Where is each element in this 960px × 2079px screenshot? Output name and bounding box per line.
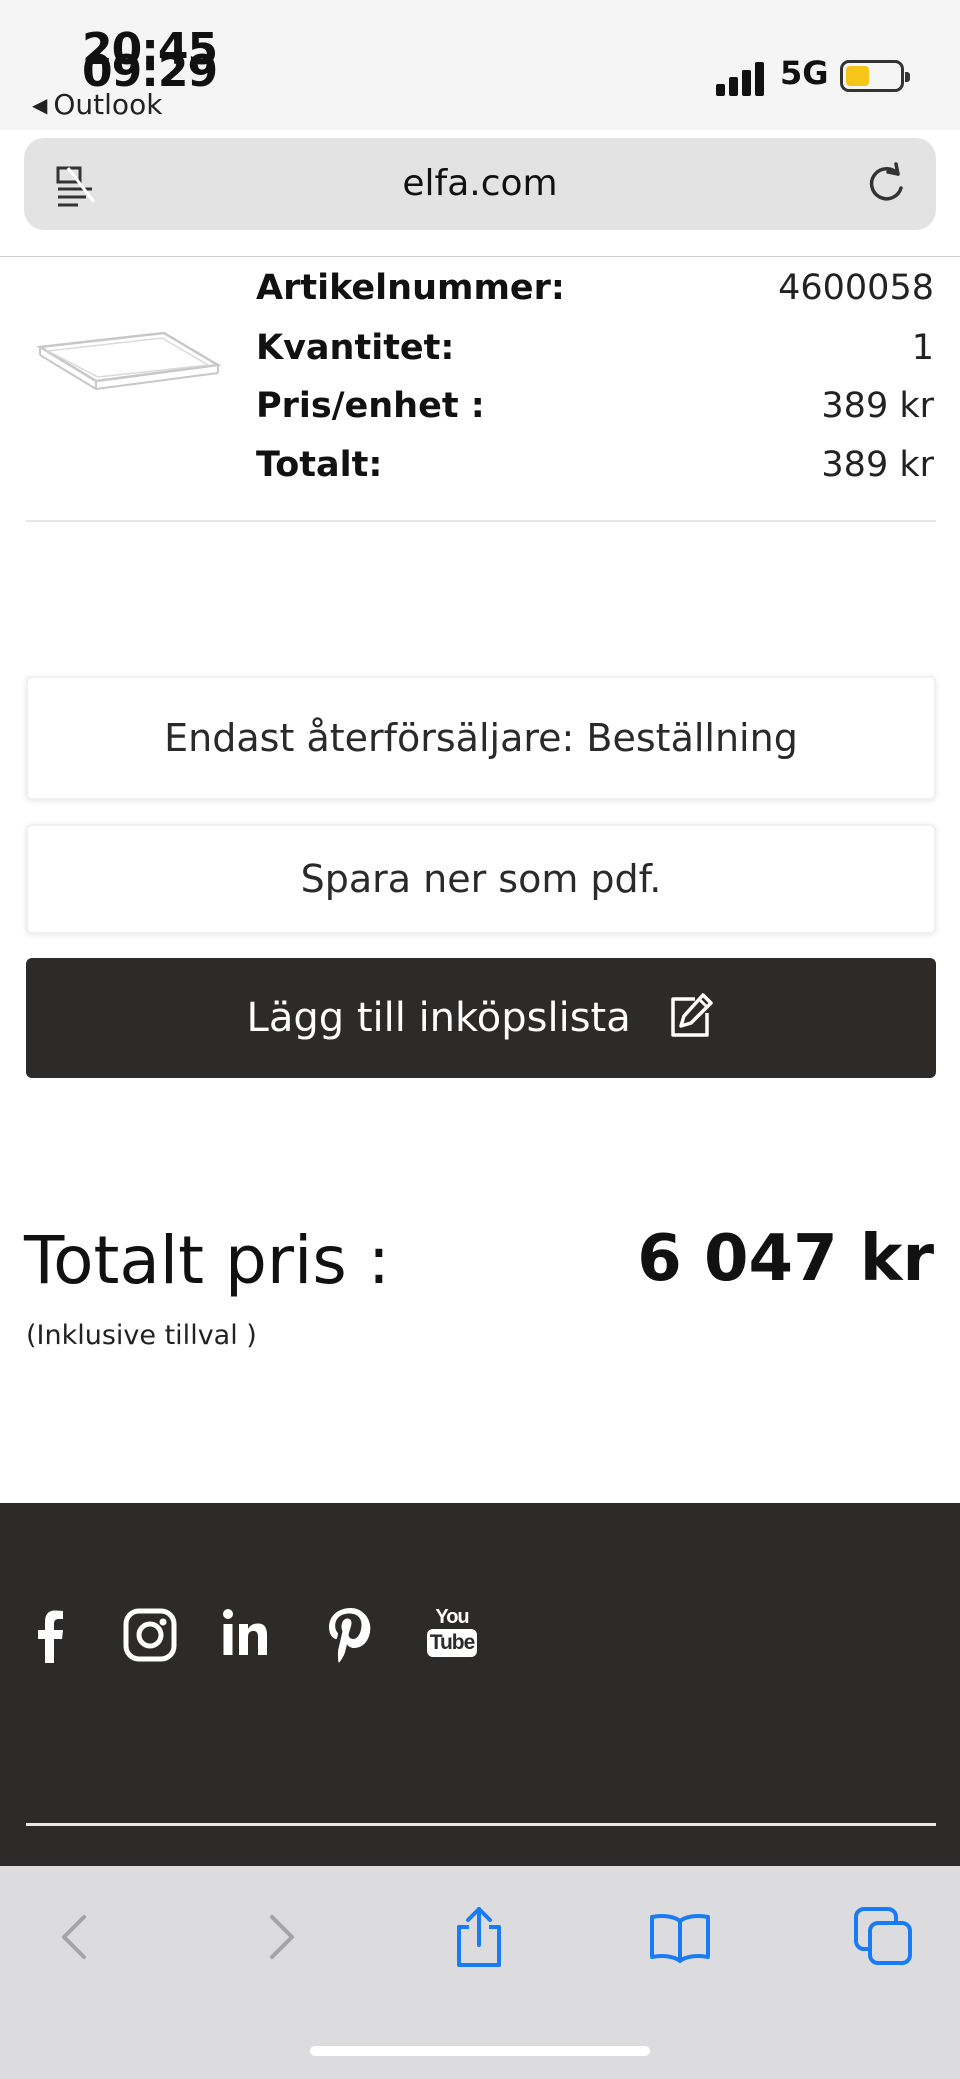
line-total-label: Totalt: [256, 445, 383, 485]
unit-price-value: 389 kr [821, 386, 934, 426]
cellular-signal-icon [716, 62, 766, 96]
quantity-label: Kvantitet: [256, 328, 455, 368]
share-icon[interactable] [447, 1905, 511, 1969]
unit-price-row: Pris/enhet : 389 kr [256, 378, 934, 434]
article-number-row: Artikelnummer: 4600058 [256, 260, 934, 316]
site-footer [0, 1503, 960, 1866]
youtube-tube-text: Tube [426, 1629, 478, 1657]
footer-divider [26, 1823, 936, 1826]
add-to-shopping-list-button[interactable]: Lägg till inköpslista [26, 958, 936, 1078]
edit-icon [671, 993, 714, 1037]
product-thumbnail [36, 331, 221, 390]
quantity-row: Kvantitet: 1 [256, 320, 934, 376]
back-chevron-icon[interactable] [44, 1905, 108, 1969]
home-indicator [310, 2046, 650, 2056]
unit-price-label: Pris/enhet : [256, 386, 485, 426]
line-total-row: Totalt: 389 kr [256, 437, 934, 493]
battery-fill [846, 66, 870, 86]
article-number-value: 4600058 [778, 268, 934, 308]
status-bar: 20:45 09:29 ◀ Outlook 5G [0, 0, 960, 130]
save-pdf-button[interactable]: Spara ner som pdf. [26, 824, 936, 934]
divider [26, 520, 936, 522]
network-type: 5G [780, 54, 829, 92]
quantity-value: 1 [911, 328, 934, 368]
pinterest-icon[interactable] [325, 1605, 375, 1665]
total-price-label: Totalt pris : [24, 1222, 390, 1299]
address-bar[interactable]: elfa.com [24, 138, 936, 230]
youtube-icon[interactable]: You Tube [426, 1605, 478, 1665]
youtube-you-text: You [435, 1606, 469, 1628]
reload-icon[interactable] [862, 160, 910, 208]
bookmarks-icon[interactable] [648, 1905, 712, 1969]
article-number-label: Artikelnummer: [256, 268, 565, 308]
linkedin-icon[interactable] [222, 1605, 268, 1665]
battery-icon [840, 60, 910, 92]
add-to-list-label: Lägg till inköpslista [246, 995, 631, 1041]
forward-chevron-icon[interactable] [248, 1905, 312, 1969]
facebook-icon[interactable] [30, 1605, 70, 1665]
instagram-icon[interactable] [122, 1605, 178, 1665]
top-separator [0, 256, 960, 257]
total-price-value: 6 047 kr [637, 1222, 934, 1296]
total-price-note: (Inklusive tillval ) [26, 1320, 257, 1351]
line-total-value: 389 kr [821, 445, 934, 485]
back-triangle-icon: ◀ [32, 93, 48, 117]
back-to-app-link[interactable]: ◀ Outlook [32, 88, 162, 121]
back-app-label: Outlook [53, 88, 163, 121]
reseller-order-button[interactable]: Endast återförsäljare: Beställning [26, 676, 936, 800]
url-text[interactable]: elfa.com [24, 138, 936, 230]
tabs-icon[interactable] [852, 1905, 916, 1969]
